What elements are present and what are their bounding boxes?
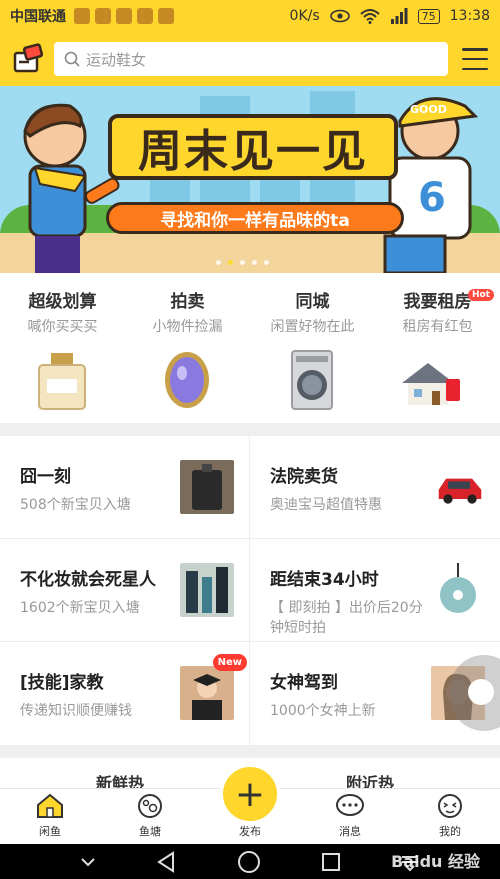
category-icon[interactable]	[12, 43, 44, 75]
screen: { "status_bar": { "carrier": "中国联通", "sp…	[0, 0, 500, 879]
grid-cell[interactable]: 不化妆就会死星人 1602个新宝贝入塘	[0, 539, 250, 642]
carousel-dot[interactable]	[264, 260, 269, 265]
category-name: 超级划算	[28, 292, 97, 312]
new-badge: New	[212, 654, 247, 671]
banner-character-right: GOOD 6	[383, 97, 479, 273]
grid-cell[interactable]: 囧一刻 508个新宝贝入塘	[0, 436, 250, 539]
category-rent[interactable]: 我要租房 Hot 租房有红包	[375, 273, 500, 423]
app-header: 运动鞋女	[0, 32, 500, 86]
app-notification-icon	[116, 8, 132, 24]
category-local[interactable]: 同城 闲置好物在此	[250, 273, 375, 423]
category-deals[interactable]: 超级划算 喊你买买买	[0, 273, 125, 423]
tab-label: 消息	[339, 825, 361, 838]
bottom-tab-bar: 闲鱼 鱼塘 + 发布 消息 我的	[0, 764, 500, 844]
carousel-dot[interactable]	[252, 260, 257, 265]
grid-subtitle: 508个新宝贝入塘	[20, 497, 131, 513]
message-icon	[336, 794, 364, 816]
category-row: 超级划算 喊你买买买 拍卖 小物件捡漏 同城 闲置好物在此 我要租房 Hot 租…	[0, 273, 500, 423]
network-speed: 0K/s	[289, 8, 320, 24]
category-desc: 小物件捡漏	[152, 319, 223, 335]
topic-grid: 囧一刻 508个新宝贝入塘 法院卖货 奥迪宝马超值特惠 不化妆就会死星人 160…	[0, 436, 500, 746]
tab-pond[interactable]: 鱼塘	[100, 789, 200, 844]
back-icon[interactable]	[155, 850, 177, 873]
wifi-icon	[359, 9, 380, 24]
carrier-label: 中国联通	[10, 9, 66, 25]
grid-subtitle: 1602个新宝贝入塘	[20, 600, 140, 616]
recent-apps-icon[interactable]	[321, 852, 341, 872]
tab-profile[interactable]: 我的	[400, 789, 500, 844]
app-notification-icon	[158, 8, 174, 24]
status-right: 0K/s 75 13:38	[290, 8, 490, 24]
house-image	[402, 363, 460, 405]
battery-level: 75	[417, 8, 440, 24]
grid-subtitle: 奥迪宝马超值特惠	[270, 497, 382, 513]
svg-text:6: 6	[418, 175, 446, 221]
carousel-dot[interactable]	[240, 260, 245, 265]
chevron-down-icon[interactable]	[80, 857, 96, 867]
pond-icon	[138, 794, 162, 818]
hot-badge: Hot	[467, 289, 494, 301]
graduate-image	[180, 666, 234, 720]
grid-cell[interactable]: [技能]家教 传递知识顺便赚钱 New	[0, 642, 250, 746]
perfume-image	[38, 353, 86, 410]
gem-image	[165, 352, 209, 408]
signal-icon	[390, 8, 408, 24]
search-icon	[64, 51, 80, 67]
plus-icon[interactable]: +	[220, 764, 280, 824]
clock: 13:38	[449, 8, 490, 24]
profile-icon	[438, 794, 462, 818]
washing-machine-image	[291, 350, 333, 410]
tab-messages[interactable]: 消息	[300, 789, 400, 844]
luggage-image	[180, 460, 234, 514]
category-name: 同城	[295, 292, 330, 312]
cosmetics-image	[180, 563, 234, 617]
svg-text:GOOD: GOOD	[410, 103, 447, 116]
home-circle-icon[interactable]	[237, 850, 261, 874]
tab-home[interactable]: 闲鱼	[0, 789, 100, 844]
car-image	[438, 478, 482, 504]
grid-cell[interactable]: 距结束34小时 【 即刻拍 】出价后20分钟短时拍	[250, 539, 500, 642]
grid-cell[interactable]: 法院卖货 奥迪宝马超值特惠	[250, 436, 500, 539]
search-bar[interactable]: 运动鞋女	[54, 42, 448, 76]
watermark: Baidu 经验	[391, 852, 480, 871]
tab-label: 发布	[239, 825, 261, 838]
jade-pendant-image	[431, 563, 485, 617]
notification-icons	[74, 8, 174, 24]
tab-label: 鱼塘	[139, 825, 161, 838]
tab-label: 我的	[439, 825, 461, 838]
category-desc: 闲置好物在此	[270, 319, 355, 335]
carousel-dots	[216, 260, 269, 265]
tab-label: 闲鱼	[39, 825, 61, 838]
category-desc: 喊你买买买	[27, 319, 98, 335]
tab-publish[interactable]: + 发布	[200, 764, 300, 844]
banner-character-left	[23, 103, 120, 273]
grid-subtitle: 传递知识顺便赚钱	[20, 703, 132, 719]
app-notification-icon	[137, 8, 153, 24]
app-notification-icon	[95, 8, 111, 24]
grid-subtitle: 【 即刻拍 】出价后20分钟短时拍	[270, 600, 423, 636]
search-placeholder: 运动鞋女	[86, 50, 147, 69]
category-desc: 租房有红包	[402, 319, 473, 335]
menu-icon[interactable]	[462, 48, 488, 70]
home-icon	[37, 793, 63, 818]
carousel-dot[interactable]	[216, 260, 221, 265]
eye-icon	[329, 9, 350, 23]
promo-banner[interactable]: GOOD 6 周末见一见 寻找和你一样有品味的ta	[0, 86, 500, 273]
banner-title: 周末见一见	[108, 114, 398, 180]
banner-subtitle: 寻找和你一样有品味的ta	[106, 202, 404, 234]
category-auction[interactable]: 拍卖 小物件捡漏	[125, 273, 250, 423]
status-bar: 中国联通 0K/s 75 13:38	[0, 0, 500, 32]
app-notification-icon	[74, 8, 90, 24]
category-name: 拍卖	[170, 292, 205, 312]
grid-subtitle: 1000个女神上新	[270, 703, 376, 719]
carousel-dot-active[interactable]	[228, 260, 233, 265]
